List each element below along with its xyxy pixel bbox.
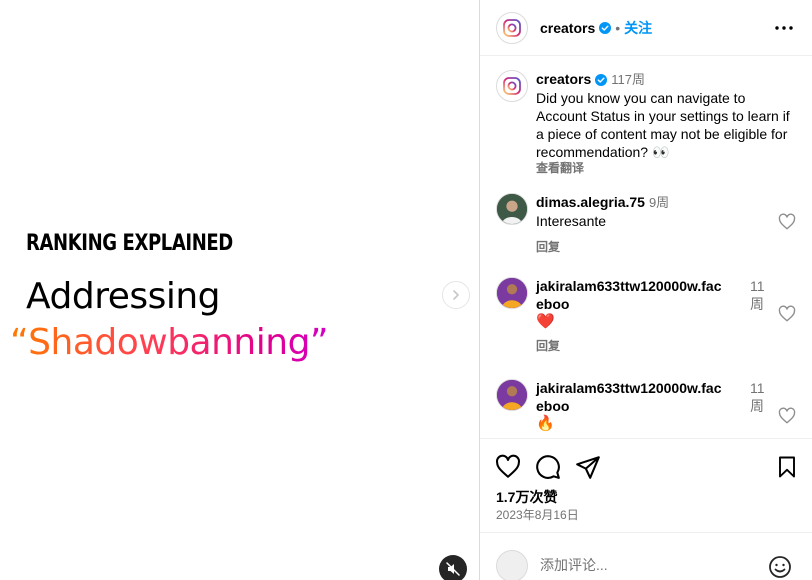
chevron-right-icon bbox=[453, 290, 459, 300]
comment-username-wrap[interactable]: eboo bbox=[536, 295, 750, 313]
header-separator: • bbox=[615, 19, 621, 36]
bookmark-icon bbox=[779, 456, 795, 478]
verified-badge-icon bbox=[595, 74, 608, 87]
comment-time[interactable]: 9周 bbox=[649, 195, 669, 210]
comment-time-number: 11 bbox=[750, 278, 765, 294]
list-item: jakiralam633ttw120000w.fac eboo ❤️ 回复 11… bbox=[496, 277, 796, 367]
caption-text: Did you know you can navigate to Account… bbox=[536, 90, 790, 160]
like-button[interactable] bbox=[494, 453, 522, 481]
reply-button[interactable]: 回复 bbox=[536, 337, 750, 355]
creators-logo-icon bbox=[503, 77, 521, 95]
heart-icon bbox=[496, 454, 520, 478]
comment-time-unit: 周 bbox=[750, 398, 764, 414]
post-header: creators • 关注 bbox=[480, 0, 812, 56]
avatar bbox=[496, 550, 528, 580]
comment-username[interactable]: jakiralam633ttw120000w.fac bbox=[536, 277, 750, 295]
user-photo-icon bbox=[497, 278, 527, 308]
comment-time[interactable]: 11 周 bbox=[750, 379, 765, 415]
next-slide-button[interactable] bbox=[442, 281, 470, 309]
share-button[interactable] bbox=[574, 453, 602, 481]
avatar[interactable] bbox=[496, 379, 528, 411]
avatar[interactable] bbox=[496, 277, 528, 309]
creators-logo-icon bbox=[503, 18, 521, 37]
caption-time[interactable]: 117周 bbox=[611, 72, 645, 87]
verified-badge-icon bbox=[599, 21, 612, 34]
post-media: RANKING EXPLAINED Addressing “Shadowbann… bbox=[0, 0, 479, 580]
comment-text: Interesante bbox=[536, 213, 607, 229]
ellipsis-icon bbox=[775, 26, 793, 30]
list-item: jakiralam633ttw120000w.fac eboo 🔥 11 周 bbox=[496, 379, 796, 438]
post-headline: Addressing bbox=[26, 276, 221, 317]
speaker-muted-icon bbox=[446, 562, 460, 576]
comment-time-number: 11 bbox=[750, 380, 765, 396]
save-button[interactable] bbox=[773, 453, 801, 481]
caption: creators 117周 Did you know you can naviga… bbox=[496, 70, 796, 180]
comment-composer bbox=[480, 532, 812, 580]
comment-text: 🔥 bbox=[536, 415, 555, 432]
paper-plane-icon bbox=[576, 456, 600, 479]
like-comment-heart-icon[interactable] bbox=[778, 407, 796, 425]
post-actions: 1.7万次赞 2023年8月16日 bbox=[480, 438, 812, 532]
like-count[interactable]: 1.7万次赞 bbox=[496, 487, 557, 507]
post-date[interactable]: 2023年8月16日 bbox=[496, 506, 579, 523]
caption-username[interactable]: creators bbox=[536, 71, 591, 87]
comment-username[interactable]: dimas.alegria.75 bbox=[536, 194, 645, 210]
like-comment-heart-icon[interactable] bbox=[778, 213, 796, 231]
mute-button[interactable] bbox=[439, 555, 467, 580]
post-kicker: RANKING EXPLAINED bbox=[26, 231, 233, 256]
user-photo-icon bbox=[497, 194, 527, 224]
post-highlight: “Shadowbanning” bbox=[10, 322, 329, 363]
comment-username-wrap[interactable]: eboo bbox=[536, 397, 750, 415]
list-item: dimas.alegria.75 9周 Interesante 回复 bbox=[496, 193, 796, 263]
comment-input[interactable] bbox=[540, 557, 760, 573]
user-photo-icon bbox=[497, 380, 527, 410]
post-side-panel: creators • 关注 creators 117周 Did you know … bbox=[480, 0, 812, 580]
comment-text: ❤️ bbox=[536, 313, 555, 330]
reply-button[interactable]: 回复 bbox=[536, 238, 776, 256]
header-username[interactable]: creators bbox=[540, 20, 595, 36]
comment-username[interactable]: jakiralam633ttw120000w.fac bbox=[536, 379, 750, 397]
avatar[interactable] bbox=[496, 70, 528, 102]
comment-button[interactable] bbox=[534, 453, 562, 481]
comment-time-unit: 周 bbox=[750, 296, 764, 312]
avatar[interactable] bbox=[496, 11, 528, 44]
comment-time[interactable]: 11 周 bbox=[750, 277, 765, 313]
comment-bubble-icon bbox=[536, 455, 560, 479]
comments-list[interactable]: creators 117周 Did you know you can naviga… bbox=[480, 56, 812, 438]
emoji-icon[interactable] bbox=[768, 555, 792, 579]
follow-button[interactable]: 关注 bbox=[624, 18, 652, 38]
avatar[interactable] bbox=[496, 193, 528, 225]
see-translation-link[interactable]: 查看翻译 bbox=[536, 159, 794, 177]
like-comment-heart-icon[interactable] bbox=[778, 305, 796, 323]
more-options-button[interactable] bbox=[772, 16, 796, 40]
